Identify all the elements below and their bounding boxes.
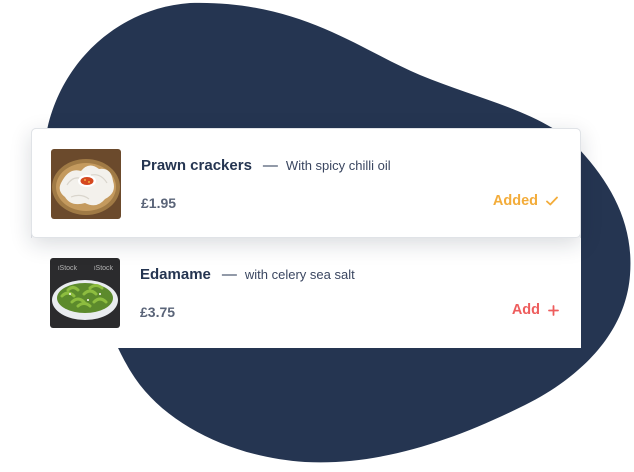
item-name: Prawn crackers [141, 157, 252, 174]
menu-item-list: Prawn crackers — With spicy chilli oil £1.… [31, 128, 581, 348]
item-price: £3.75 [140, 304, 176, 320]
item-separator: — [221, 266, 237, 283]
item-separator: — [262, 157, 278, 174]
add-button[interactable]: Add [512, 302, 559, 318]
action-label: Added [492, 193, 538, 209]
prawn-crackers-photo [51, 149, 121, 219]
image-watermark: iStock [94, 265, 114, 272]
menu-item-prawn-crackers: Prawn crackers — With spicy chilli oil £1.… [31, 128, 581, 238]
menu-item-edamame: iStock iStock Edamame — with celery sea sa… [31, 238, 581, 348]
image-watermark: iStock [58, 265, 78, 272]
edamame-photo: iStock iStock [50, 258, 120, 328]
item-description: with celery sea salt [244, 267, 355, 282]
item-name: Edamame [140, 266, 211, 283]
action-label: Add [511, 302, 540, 318]
added-button[interactable]: Added [493, 193, 558, 209]
plus-icon [548, 304, 559, 316]
item-price: £1.95 [141, 195, 177, 211]
check-icon [546, 196, 558, 206]
item-description: With spicy chilli oil [285, 158, 391, 173]
